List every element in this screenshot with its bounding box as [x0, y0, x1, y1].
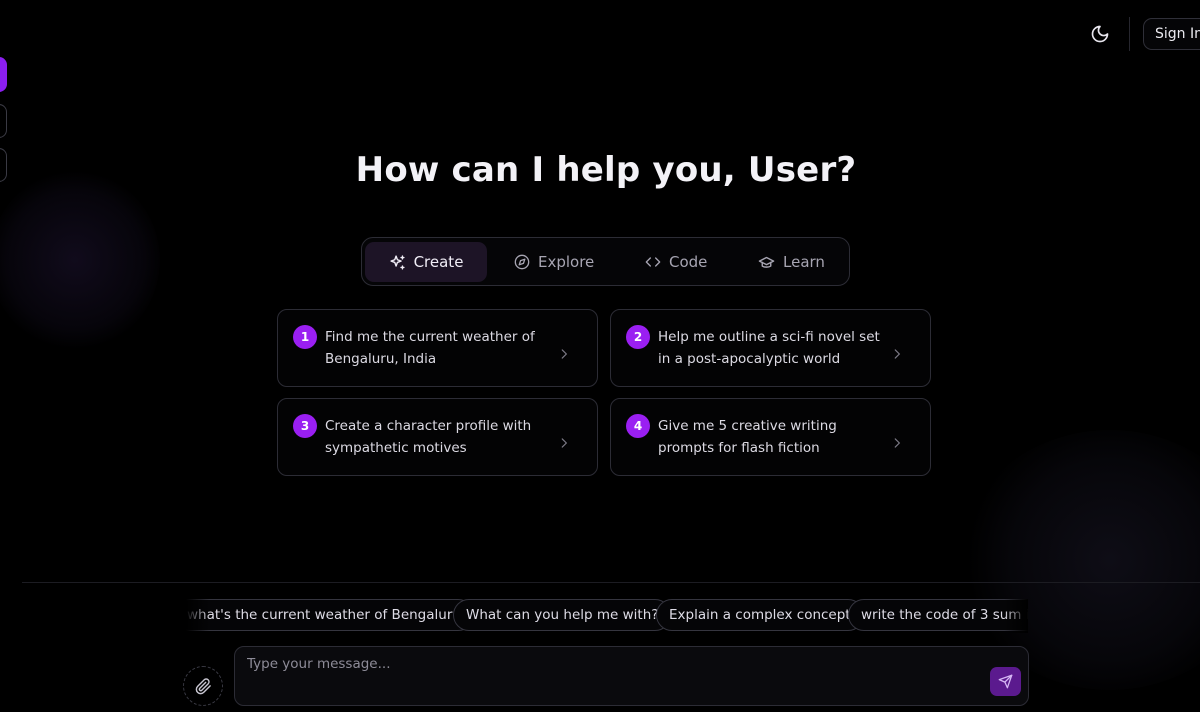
tab-code[interactable]: Code: [645, 242, 707, 282]
background-glow-left: [0, 170, 160, 350]
suggestion-text: Give me 5 creative writing prompts for f…: [658, 418, 837, 456]
suggestion-card[interactable]: 3 Create a character profile with sympat…: [277, 398, 598, 476]
moon-icon: [1091, 25, 1109, 43]
chevron-right-icon: [894, 438, 901, 448]
composer-divider: [22, 582, 1200, 583]
suggestion-number-badge: 4: [626, 414, 650, 438]
mode-tabs: Create Explore Code Learn: [361, 237, 850, 286]
tab-learn[interactable]: Learn: [758, 242, 825, 282]
attach-button[interactable]: [183, 666, 223, 706]
graduation-cap-icon: [758, 256, 775, 268]
tab-label: Learn: [783, 253, 825, 271]
suggestion-text: Help me outline a sci-fi novel set in a …: [658, 329, 880, 367]
tab-explore[interactable]: Explore: [514, 242, 594, 282]
header-divider: [1129, 17, 1130, 51]
sparkles-icon: [389, 254, 405, 270]
send-icon: [998, 674, 1013, 689]
quick-prompt-chip[interactable]: write the code of 3 sum in python: [848, 599, 1028, 631]
theme-toggle-button[interactable]: [1086, 20, 1114, 48]
tab-label: Explore: [538, 253, 595, 271]
sidebar-new-chat-button[interactable]: [0, 57, 7, 92]
quick-prompt-chip[interactable]: What can you help me with?: [453, 599, 672, 631]
suggestion-card[interactable]: 4 Give me 5 creative writing prompts for…: [610, 398, 931, 476]
suggestion-card[interactable]: 2 Help me outline a sci-fi novel set in …: [610, 309, 931, 387]
paperclip-icon: [195, 677, 211, 694]
sign-in-button[interactable]: Sign In: [1143, 18, 1200, 50]
send-button[interactable]: [990, 667, 1021, 696]
page-title: How can I help you, User?: [355, 150, 857, 190]
quick-prompts-carousel[interactable]: what's the current weather of Bengaluru …: [186, 599, 1028, 633]
quick-prompt-chip[interactable]: what's the current weather of Bengaluru: [186, 599, 474, 631]
chevron-right-icon: [894, 349, 901, 359]
chevron-right-icon: [561, 349, 568, 359]
message-input[interactable]: [247, 656, 977, 696]
suggestion-text: Create a character profile with sympathe…: [325, 418, 532, 456]
chevron-right-icon: [561, 438, 568, 448]
quick-prompt-chip[interactable]: Explain a complex concept: [656, 599, 864, 631]
suggestion-text: Find me the current weather of Bengaluru…: [325, 329, 535, 367]
message-composer: [234, 646, 1029, 706]
tab-label: Code: [669, 253, 708, 271]
sidebar-item-button[interactable]: [0, 104, 7, 138]
code-icon: [645, 257, 661, 267]
tab-label: Create: [413, 253, 464, 271]
tab-create[interactable]: Create: [365, 242, 487, 282]
compass-icon: [514, 254, 530, 270]
suggestion-number-badge: 1: [293, 325, 317, 349]
suggestion-card[interactable]: 1 Find me the current weather of Bengalu…: [277, 309, 598, 387]
suggestion-number-badge: 3: [293, 414, 317, 438]
suggestion-number-badge: 2: [626, 325, 650, 349]
